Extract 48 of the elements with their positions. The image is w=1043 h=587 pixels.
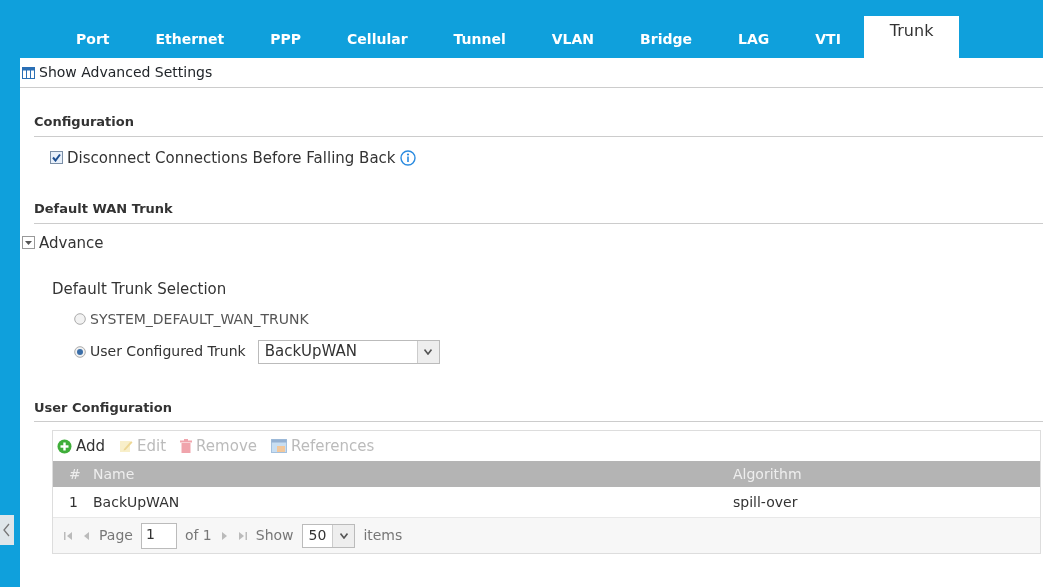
- tab[interactable]: VTI: [792, 22, 864, 58]
- section-title: User Configuration: [34, 397, 1043, 422]
- table-cell-text: spill-over: [733, 492, 798, 512]
- checkbox[interactable]: [50, 151, 63, 165]
- section-title: Configuration: [34, 112, 1043, 137]
- check-icon: [52, 153, 61, 163]
- tab[interactable]: Tunnel: [430, 22, 529, 58]
- radio-label: SYSTEM_DEFAULT_WAN_TRUNK: [90, 309, 309, 329]
- page-size-select[interactable]: 50: [301, 523, 356, 548]
- last-page-icon: [237, 530, 248, 541]
- tab[interactable]: Bridge: [617, 22, 715, 58]
- field-label: Default Trunk Selection: [52, 279, 228, 300]
- tab[interactable]: Ethernet: [132, 22, 248, 58]
- page-label: Page: [99, 526, 133, 545]
- table-cell-text: 1: [68, 492, 79, 512]
- tab[interactable]: PPP: [247, 22, 325, 58]
- show-advanced-link[interactable]: Show Advanced Settings: [39, 62, 213, 83]
- caret-icon: [424, 348, 433, 355]
- tab[interactable]: Trunk: [863, 16, 960, 58]
- page-input[interactable]: 1: [140, 522, 177, 549]
- edit-icon: [119, 439, 134, 453]
- tab[interactable]: VLAN: [528, 22, 618, 58]
- trash-icon: [180, 439, 193, 453]
- tab[interactable]: Cellular: [324, 22, 431, 58]
- section-toggle[interactable]: Advance: [39, 231, 104, 254]
- first-page-icon: [63, 530, 73, 541]
- add-icon: [57, 438, 72, 454]
- columns-icon: [22, 66, 35, 79]
- radio-button[interactable]: [74, 345, 86, 358]
- toolbar-button[interactable]: Add: [57, 434, 106, 458]
- window-icon: [271, 439, 287, 453]
- trunk-select[interactable]: BackUpWAN: [257, 339, 440, 364]
- toggle-icon[interactable]: [22, 236, 35, 250]
- page-count: of 1: [184, 526, 212, 545]
- table-cell-text: BackUpWAN: [93, 492, 181, 512]
- column-header: #: [68, 464, 82, 484]
- show-label: Show: [255, 526, 294, 545]
- info-icon: [399, 149, 416, 166]
- column-header: Name: [93, 464, 136, 484]
- checkbox-label: Disconnect Connections Before Falling Back: [67, 147, 396, 169]
- tab[interactable]: Port: [53, 22, 133, 58]
- radio-label: User Configured Trunk: [90, 342, 246, 361]
- items-label: items: [363, 526, 403, 545]
- tab[interactable]: LAG: [715, 22, 793, 58]
- radio-button[interactable]: [74, 313, 86, 325]
- caret-icon: [339, 532, 348, 539]
- column-header: Algorithm: [733, 464, 802, 484]
- section-title: Default WAN Trunk: [34, 199, 1043, 224]
